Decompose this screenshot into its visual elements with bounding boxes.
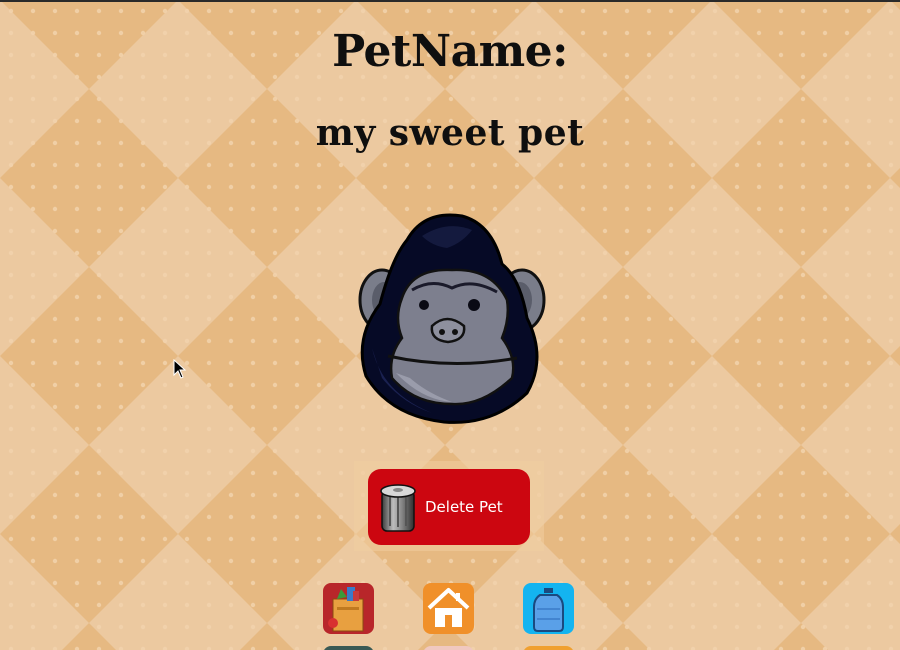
nav-row2-button-1[interactable] — [323, 646, 374, 650]
trash-can-icon — [380, 484, 416, 532]
window-top-border — [0, 0, 900, 2]
page-title: PetName: — [332, 26, 568, 77]
nav-row2-button-2[interactable] — [423, 646, 474, 650]
grocery-bag-icon — [328, 587, 364, 632]
water-bottle-icon — [533, 588, 564, 632]
nav-home-button[interactable] — [423, 583, 474, 634]
gorilla-face-icon — [358, 213, 546, 424]
delete-pet-label: Delete Pet — [425, 498, 503, 516]
nav-food-button[interactable] — [323, 583, 374, 634]
nav-row2-button-3[interactable] — [523, 646, 574, 650]
home-icon — [427, 588, 470, 627]
delete-pet-button[interactable]: Delete Pet — [368, 469, 530, 545]
nav-water-button[interactable] — [523, 583, 574, 634]
pet-name-label: my sweet pet — [315, 112, 585, 154]
mouse-cursor-icon — [173, 359, 187, 379]
